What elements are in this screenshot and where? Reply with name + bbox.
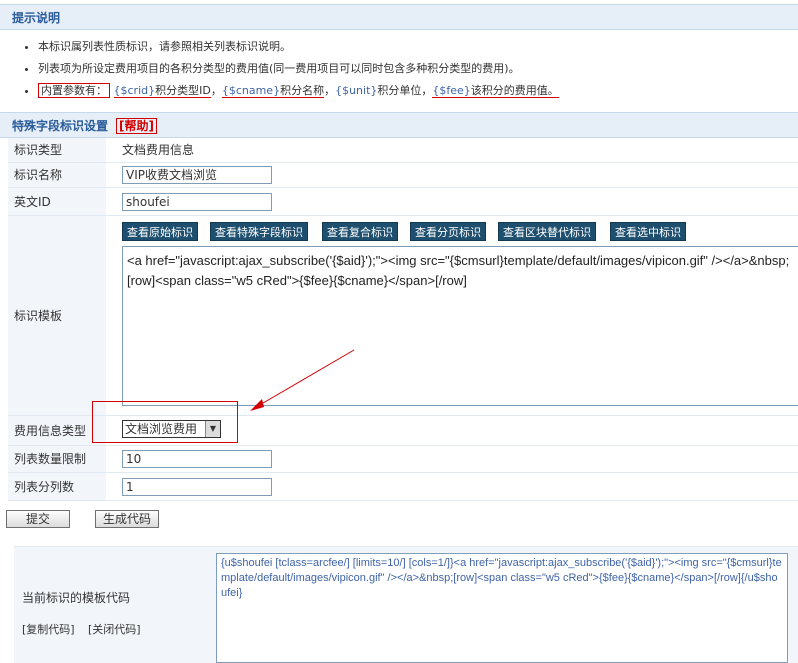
annotation-arrow — [250, 349, 355, 411]
